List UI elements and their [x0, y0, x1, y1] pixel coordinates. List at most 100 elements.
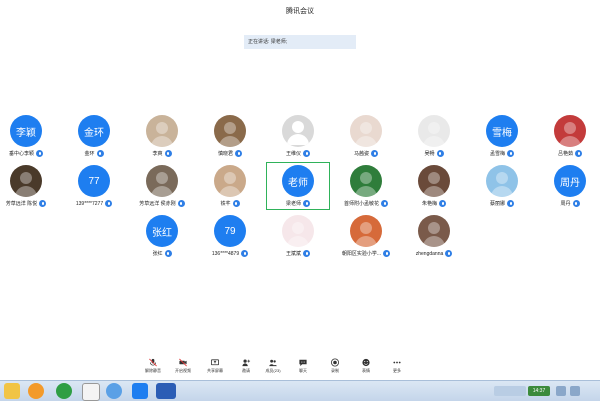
participant-tile[interactable]: 王维仪 — [266, 115, 330, 165]
participant-tile[interactable]: 79 136****4879 — [198, 215, 262, 265]
participant-tile[interactable]: 吴畅 — [402, 115, 466, 165]
avatar — [146, 115, 178, 147]
photo-avatar-icon — [219, 122, 241, 147]
participant-name: 慎晓君 — [217, 151, 233, 157]
tray-icons[interactable] — [494, 386, 526, 396]
word-icon[interactable] — [156, 383, 176, 399]
participant-tile[interactable]: 吕艳茹 — [538, 115, 600, 165]
participant-name: 马茜姿 — [353, 151, 369, 157]
avatar: 雪梅 — [486, 115, 518, 147]
participant-tile[interactable]: 朝阳区实验小学... — [334, 215, 398, 265]
photo-avatar-icon — [423, 172, 445, 197]
microphone-icon — [39, 200, 47, 207]
participant-label: 王斌斌 — [266, 250, 330, 257]
participant-tile[interactable]: 金环 金环 — [62, 115, 126, 165]
volume-icon[interactable] — [556, 386, 566, 396]
mute-button[interactable]: 解除静音 — [138, 356, 168, 380]
participant-tile[interactable]: 周丹 周丹 — [538, 165, 600, 215]
photo-avatar-icon — [355, 172, 377, 197]
participant-label: 首师附小孟敏花 — [334, 200, 398, 207]
network-app-icon[interactable] — [106, 383, 122, 399]
avatar: 金环 — [78, 115, 110, 147]
document-icon[interactable] — [82, 383, 100, 401]
expression-button[interactable]: 表情 — [351, 356, 381, 380]
meeting-app-icon[interactable] — [132, 383, 148, 399]
clock: 14:37 — [528, 386, 550, 396]
microphone-icon — [383, 250, 391, 257]
participant-tile[interactable]: 铁芊 — [198, 165, 262, 215]
participant-tile[interactable]: 李爽 — [130, 115, 194, 165]
speaking-indicator: 正在讲话: 梁老师; — [244, 35, 356, 49]
avatar: 79 — [214, 215, 246, 247]
participant-tile[interactable]: 李颖 垂中心李颖 — [0, 115, 58, 165]
network-icon[interactable] — [570, 386, 580, 396]
participant-name: 芳草远洋 侯赤刚 — [139, 201, 176, 207]
participant-name: 136****4879 — [211, 250, 240, 257]
avatar — [350, 115, 382, 147]
avatar: 77 — [78, 165, 110, 197]
share-screen-button[interactable]: 共享屏幕 — [200, 356, 230, 380]
microphone-icon — [436, 150, 444, 157]
participant-label: 蔡丽娜 — [470, 200, 534, 207]
participant-label: 垂中心李颖 — [0, 150, 58, 157]
participant-tile[interactable]: 芳草远洋 陈悦 — [0, 165, 58, 215]
photo-avatar-icon — [423, 222, 445, 247]
participant-name: 吴畅 — [424, 151, 435, 157]
microphone-icon — [445, 250, 453, 257]
participant-name: 孟雪梅 — [489, 151, 505, 157]
active-speaker-frame — [266, 162, 330, 210]
participant-label: 张红 — [130, 250, 194, 257]
participant-tile[interactable]: 首师附小孟敏花 — [334, 165, 398, 215]
video-button[interactable]: 开启视频 — [168, 356, 198, 380]
avatar — [214, 115, 246, 147]
chat-button[interactable]: 聊天 — [288, 356, 318, 380]
participant-label: 朱艳梅 — [402, 200, 466, 207]
participant-tile[interactable]: zhengdanna — [402, 215, 466, 265]
participant-tile[interactable]: 王斌斌 — [266, 215, 330, 265]
participant-label: 136****4879 — [198, 250, 262, 257]
microphone-icon — [381, 200, 388, 207]
microphone-icon — [303, 150, 310, 157]
avatar — [282, 215, 314, 247]
members-button[interactable]: 成员(23) — [258, 356, 288, 380]
participant-tile[interactable]: 雪梅 孟雪梅 — [470, 115, 534, 165]
record-icon — [330, 358, 340, 367]
more-button[interactable]: 更多 — [382, 356, 412, 380]
photo-avatar-icon — [491, 172, 513, 197]
photo-avatar-icon — [151, 172, 173, 197]
participant-name: 139****7277 — [75, 200, 104, 207]
avatar — [350, 165, 382, 197]
participant-label: 周丹 — [538, 200, 600, 207]
invite-button[interactable]: 邀请 — [231, 356, 261, 380]
participant-tile[interactable]: 芳草远洋 侯赤刚 — [130, 165, 194, 215]
media-player-icon[interactable] — [28, 383, 44, 399]
microphone-icon — [572, 200, 580, 207]
participant-label: zhengdanna — [402, 250, 466, 257]
participant-label: 王维仪 — [266, 150, 330, 157]
record-button[interactable]: 录制 — [320, 356, 350, 380]
participant-name: 吕艳茹 — [557, 151, 573, 157]
photo-avatar-icon — [287, 222, 309, 247]
folder-icon[interactable] — [4, 383, 20, 399]
photo-avatar-icon — [423, 122, 445, 147]
participant-tile[interactable]: 张红 张红 — [130, 215, 194, 265]
microphone-icon — [36, 150, 43, 157]
avatar — [486, 165, 518, 197]
avatar — [418, 165, 450, 197]
participant-tile[interactable]: 77 139****7277 — [62, 165, 126, 215]
browser-icon[interactable] — [56, 383, 72, 399]
participant-label: 马茜姿 — [334, 150, 398, 157]
participant-name: 王斌斌 — [285, 251, 301, 257]
participant-label: 铁芊 — [198, 200, 262, 207]
participant-tile[interactable]: 慎晓君 — [198, 115, 262, 165]
microphone-muted-icon — [149, 358, 157, 367]
participant-tile[interactable]: 马茜姿 — [334, 115, 398, 165]
participant-tile[interactable]: 朱艳梅 — [402, 165, 466, 215]
participant-label: 朝阳区实验小学... — [334, 250, 398, 257]
avatar — [418, 215, 450, 247]
participant-name: 朱艳梅 — [421, 201, 437, 207]
microphone-icon — [235, 150, 242, 157]
participant-label: 吕艳茹 — [538, 150, 600, 157]
participant-label: 李爽 — [130, 150, 194, 157]
participant-tile[interactable]: 蔡丽娜 — [470, 165, 534, 215]
